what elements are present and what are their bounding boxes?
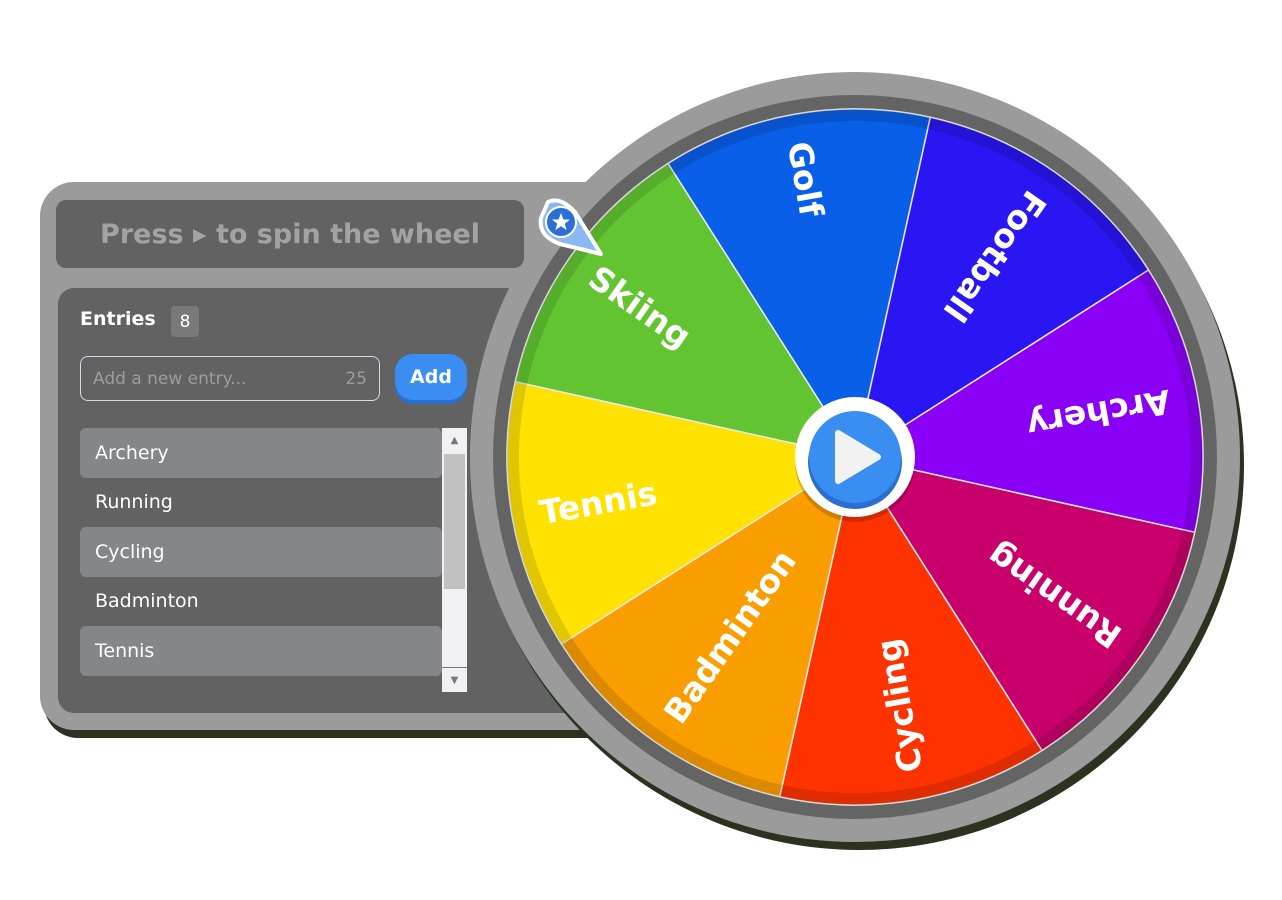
spin-button[interactable] bbox=[795, 397, 915, 522]
spin-wheel[interactable]: GolfFootballArcheryRunningCyclingBadmint… bbox=[0, 0, 1282, 900]
